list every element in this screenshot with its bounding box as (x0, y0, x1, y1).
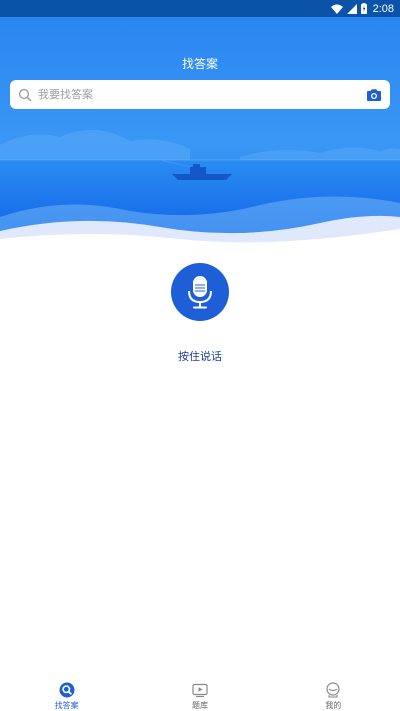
wifi-icon (330, 4, 343, 14)
camera-icon[interactable] (366, 88, 382, 102)
voice-hint-label: 按住说话 (178, 350, 222, 363)
hero-banner: 找答案 (0, 17, 400, 247)
search-icon (18, 88, 32, 101)
play-box-icon (192, 683, 208, 698)
tab-profile-label: 我的 (325, 701, 342, 710)
status-time: 2:08 (372, 2, 394, 15)
signal-icon (346, 3, 357, 14)
tab-profile[interactable]: 我的 (267, 677, 400, 711)
page-title: 找答案 (181, 57, 218, 71)
battery-icon (360, 3, 367, 14)
tab-question-bank[interactable]: 题库 (133, 677, 266, 711)
tab-find-answer-label: 找答案 (54, 701, 79, 710)
app-screen: 2:08 找答案 我要找答案 按住说话 找答案 题库 我的 (0, 0, 400, 711)
search-tab-icon (59, 682, 75, 698)
voice-input-button[interactable] (171, 263, 229, 321)
search-bar[interactable] (10, 80, 390, 109)
sea-landscape-illustration (0, 17, 400, 247)
profile-icon (326, 682, 340, 698)
tab-find-answer[interactable]: 找答案 (0, 677, 133, 711)
status-bar: 2:08 (0, 0, 400, 17)
tab-question-bank-label: 题库 (191, 701, 208, 710)
microphone-icon (188, 276, 212, 309)
bottom-nav: 找答案 题库 我的 (0, 677, 400, 711)
search-input[interactable] (38, 88, 366, 101)
